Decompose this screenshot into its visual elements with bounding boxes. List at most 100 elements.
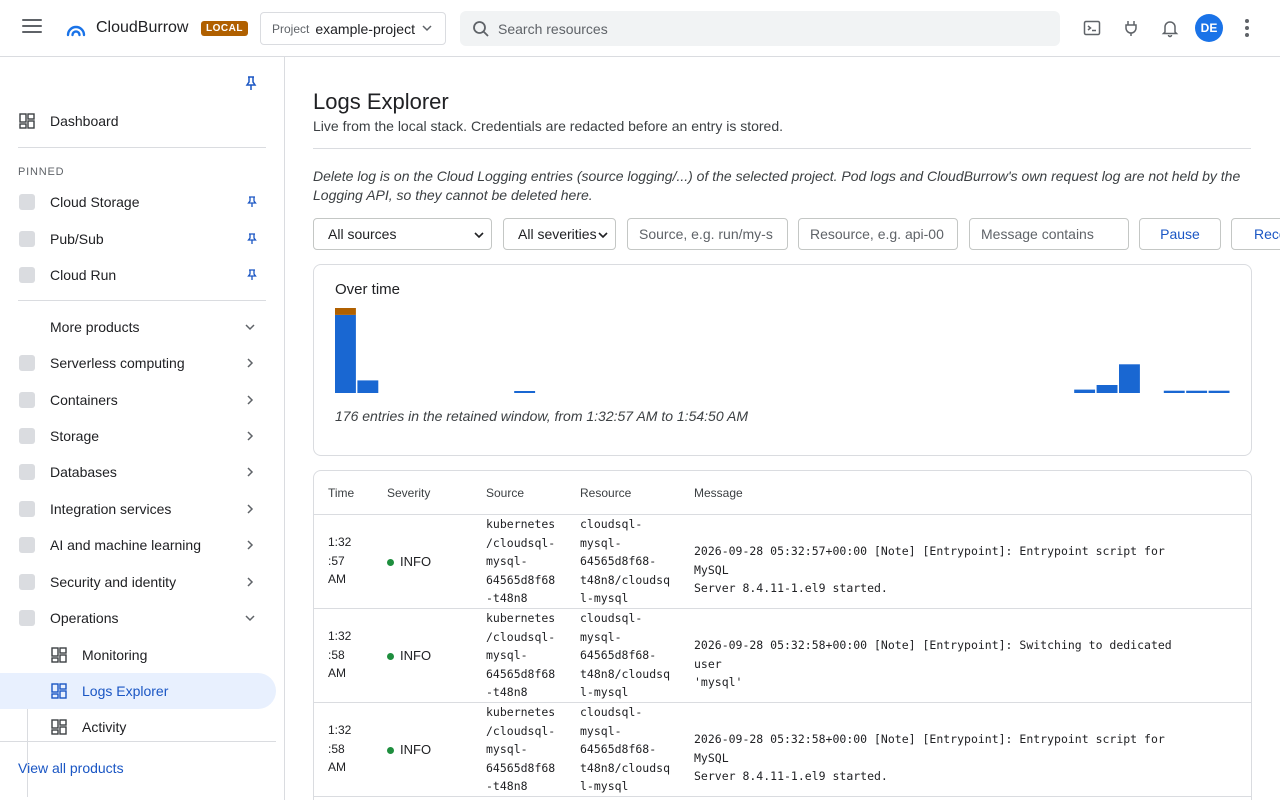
brand-name[interactable]: CloudBurrow (96, 19, 188, 37)
product-placeholder-icon (19, 501, 35, 517)
sidebar-item-label: Integration services (50, 501, 172, 517)
histogram-bar-info[interactable] (1163, 390, 1185, 393)
histogram-bar-info[interactable] (514, 391, 536, 393)
product-placeholder-icon (19, 574, 35, 590)
column-header-time[interactable]: Time (328, 486, 354, 500)
notifications-bell-icon[interactable] (1160, 18, 1180, 38)
product-placeholder-icon (19, 392, 35, 408)
pin-icon[interactable] (246, 269, 258, 281)
sidebar-item-label: Logs Explorer (82, 683, 169, 699)
log-entries-table: Time Severity Source Resource Message 1:… (313, 470, 1252, 800)
sidebar-item-integration-services[interactable]: Integration services (0, 491, 276, 527)
chevron-down-icon (245, 324, 255, 331)
sidebar-item-cloud-storage[interactable]: Cloud Storage (0, 184, 276, 220)
source-select[interactable]: All sources (313, 218, 492, 250)
dashboard-icon (19, 113, 35, 129)
sidebar-item-databases[interactable]: Databases (0, 454, 276, 490)
table-row[interactable]: 1:32:57 AM INFO kubernetes/cloudsql-mysql- 6… (314, 515, 1251, 609)
chevron-down-icon (245, 615, 255, 622)
resource-filter-input[interactable] (798, 218, 958, 250)
sidebar-item-operations[interactable]: Operations (0, 600, 276, 636)
histogram-bar-info[interactable] (335, 314, 356, 393)
sidebar-item-label: Pub/Sub (50, 231, 104, 247)
severity-label: INFO (400, 554, 432, 569)
histogram-bar-info[interactable] (357, 380, 379, 393)
sidebar-divider (18, 300, 266, 301)
project-selector[interactable]: Project example-project (260, 12, 446, 45)
table-row[interactable]: 1:32:58 AM INFO kubernetes/cloudsql-mysql- 6… (314, 609, 1251, 703)
pin-icon[interactable] (246, 233, 258, 245)
over-time-chart-card: Over time 176 entries in the retained wi… (313, 264, 1252, 456)
source-select-value: All sources (328, 226, 397, 242)
sidebar-item-storage[interactable]: Storage (0, 418, 276, 454)
severity-select[interactable]: All severities (503, 218, 616, 250)
log-source: kubernetes/cloudsql-mysql- 64565d8f68 -t48… (486, 517, 556, 605)
chevron-down-icon (422, 25, 432, 32)
more-options-icon[interactable] (1245, 19, 1249, 37)
log-resource: cloudsql-mysql- 64565d8f68- t48n8/cloudsq l… (580, 705, 671, 793)
column-header-severity[interactable]: Severity (387, 486, 430, 500)
log-message: 2026-09-28 05:32:58+00:00 [Note] [Entryp… (694, 732, 1165, 783)
sidebar-item-label: Serverless computing (50, 355, 185, 371)
terminal-icon[interactable] (1082, 18, 1102, 38)
pause-button[interactable]: Pause (1139, 218, 1221, 250)
message-filter-input[interactable] (969, 218, 1129, 250)
sidebar-item-label: Monitoring (82, 647, 148, 663)
source-filter-input[interactable] (627, 218, 788, 250)
chevron-right-icon (247, 577, 254, 587)
sidebar-item-security-identity[interactable]: Security and identity (0, 564, 276, 600)
severity-dot-icon (387, 652, 394, 660)
sidebar-item-ai-ml[interactable]: AI and machine learning (0, 527, 276, 563)
sidebar-item-label: Security and identity (50, 574, 177, 590)
severity-badge: INFO (387, 553, 431, 572)
page-title: Logs Explorer (313, 89, 449, 114)
histogram-bar-info[interactable] (1096, 385, 1118, 393)
chart-summary: 176 entries in the retained window, from… (335, 408, 748, 424)
project-label: Project (272, 21, 310, 36)
record-button[interactable]: Reco (1231, 218, 1280, 250)
chevron-right-icon (247, 358, 254, 368)
sidebar-item-containers[interactable]: Containers (0, 382, 276, 418)
histogram-bar-info[interactable] (1074, 389, 1096, 393)
sidebar-item-activity[interactable]: Activity (0, 709, 276, 745)
pin-icon[interactable] (246, 196, 258, 208)
product-placeholder-icon (19, 231, 35, 247)
sidebar-item-serverless-computing[interactable]: Serverless computing (0, 345, 276, 381)
log-source: kubernetes/cloudsql-mysql- 64565d8f68 -t48… (486, 705, 556, 793)
chevron-right-icon (247, 504, 254, 514)
sidebar-item-dashboard[interactable]: Dashboard (0, 103, 276, 139)
log-time: 1:32:58 AM (328, 629, 352, 680)
column-header-message[interactable]: Message (694, 486, 743, 500)
log-message: 2026-09-28 05:32:57+00:00 [Note] [Entryp… (694, 544, 1165, 595)
sidebar-item-monitoring[interactable]: Monitoring (0, 637, 276, 673)
top-bar: CloudBurrow LOCAL Project example-projec… (0, 0, 1280, 57)
sidebar-item-logs-explorer[interactable]: Logs Explorer (0, 673, 276, 709)
histogram-bar-info[interactable] (1186, 390, 1208, 393)
user-avatar[interactable]: DE (1195, 14, 1223, 42)
log-resource: cloudsql-mysql- 64565d8f68- t48n8/cloudsq l… (580, 611, 671, 699)
sidebar-item-cloud-run[interactable]: Cloud Run (0, 257, 276, 293)
sidebar-item-pubsub[interactable]: Pub/Sub (0, 221, 276, 257)
pinned-section-label: PINNED (18, 166, 65, 178)
product-placeholder-icon (19, 267, 35, 283)
search-input[interactable] (498, 11, 1038, 46)
severity-label: INFO (400, 742, 432, 757)
dashboard-icon (51, 647, 67, 663)
table-row[interactable]: 1:32:58 AM INFO kubernetes/cloudsql-mysql- 6… (314, 703, 1251, 797)
view-all-products-link[interactable]: View all products (18, 760, 124, 776)
sidebar-item-more-products[interactable]: More products (0, 309, 276, 345)
hamburger-menu-icon[interactable] (22, 19, 42, 37)
sidebar-item-label: Containers (50, 392, 118, 408)
search-bar[interactable] (460, 11, 1060, 46)
sidebar-item-label: Activity (82, 719, 127, 735)
chevron-right-icon (247, 540, 254, 550)
delete-log-note: Delete log is on the Cloud Logging entri… (313, 168, 1241, 203)
column-header-resource[interactable]: Resource (580, 486, 631, 500)
column-header-source[interactable]: Source (486, 486, 524, 500)
histogram-bar-info[interactable] (1119, 364, 1140, 393)
histogram-bar-warning[interactable] (335, 308, 356, 315)
histogram-bar-info[interactable] (1208, 390, 1230, 393)
plug-icon[interactable] (1121, 18, 1141, 38)
pin-sidebar-icon[interactable] (244, 75, 258, 91)
sidebar: Dashboard PINNED Cloud Storage Pub/Sub C… (0, 57, 285, 800)
